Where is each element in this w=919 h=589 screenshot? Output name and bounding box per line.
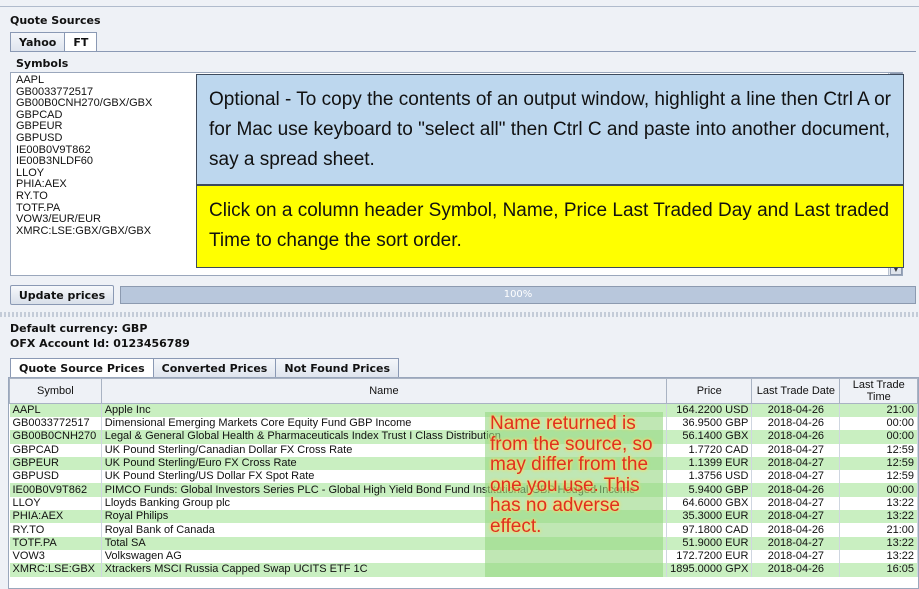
cell-price: 164.2200 USD [666, 403, 753, 417]
copy-tip-callout: Optional - To copy the contents of an ou… [196, 74, 904, 185]
column-header-symbol[interactable]: Symbol [9, 378, 102, 404]
quote-sources-title: Quote Sources [10, 14, 101, 27]
table-row[interactable]: GBPCAD UK Pound Sterling/Canadian Dollar … [9, 443, 918, 457]
cell-last-trade-date: 2018-04-26 [751, 430, 841, 444]
cell-last-trade-date: 2018-04-27 [751, 443, 841, 457]
prices-table: Symbol Name Price Last Trade Date Last T… [9, 378, 918, 577]
cell-price: 172.7200 EUR [666, 549, 753, 564]
cell-symbol: GBPEUR [9, 456, 102, 471]
name-note-callout: Name returned is from the source, so may… [485, 412, 663, 577]
table-row[interactable]: GBPEUR UK Pound Sterling/Euro FX Cross Ra… [9, 456, 918, 471]
tab-ft[interactable]: FT [64, 32, 98, 51]
cell-symbol: AAPL [9, 403, 102, 417]
cell-last-trade-time: 13:22 [839, 496, 918, 511]
cell-symbol: XMRC:LSE:GBX [9, 563, 102, 577]
cell-last-trade-date: 2018-04-26 [751, 417, 841, 431]
cell-price: 51.9000 EUR [666, 536, 753, 550]
cell-last-trade-time: 00:00 [839, 430, 918, 444]
cell-symbol: GBPUSD [9, 470, 102, 484]
table-row[interactable]: XMRC:LSE:GBX Xtrackers MSCI Russia Capped… [9, 563, 918, 577]
cell-symbol: VOW3 [9, 549, 102, 564]
table-row[interactable]: AAPL Apple Inc 164.2200 USD 2018-04-26 21:00 [9, 403, 918, 417]
cell-last-trade-time: 21:00 [839, 403, 918, 417]
cell-last-trade-date: 2018-04-27 [751, 496, 841, 511]
column-header-last-trade-date[interactable]: Last Trade Date [751, 378, 841, 404]
tab-converted-prices[interactable]: Converted Prices [152, 358, 277, 377]
table-row[interactable]: PHIA:AEX Royal Philips 35.3000 EUR 2018-04-… [9, 510, 918, 524]
cell-last-trade-time: 00:00 [839, 483, 918, 497]
default-currency-label: Default currency: GBP [10, 322, 148, 335]
cell-last-trade-time: 13:22 [839, 510, 918, 524]
cell-last-trade-date: 2018-04-27 [751, 456, 841, 471]
cell-price: 5.9400 GBP [666, 483, 753, 497]
cell-symbol: RY.TO [9, 523, 102, 537]
table-row[interactable]: IE00B0V9T862 PIMCO Funds: Global Investor… [9, 483, 918, 497]
cell-symbol: IE00B0V9T862 [9, 483, 102, 497]
table-row[interactable]: LLOY Lloyds Banking Group plc 64.6000 GBX 2… [9, 496, 918, 511]
column-header-name[interactable]: Name [100, 378, 668, 404]
progress-bar: 100% [120, 286, 916, 304]
cell-symbol: PHIA:AEX [9, 510, 102, 524]
prices-table-container: Symbol Name Price Last Trade Date Last T… [8, 377, 919, 589]
result-tabs: Quote Source Prices Converted Prices Not… [10, 358, 399, 377]
cell-last-trade-date: 2018-04-27 [751, 536, 841, 550]
cell-last-trade-time: 12:59 [839, 456, 918, 471]
cell-last-trade-date: 2018-04-26 [751, 403, 841, 417]
cell-last-trade-time: 21:00 [839, 523, 918, 537]
prices-table-body: AAPL Apple Inc 164.2200 USD 2018-04-26 21:00… [9, 403, 918, 577]
cell-price: 64.6000 GBX [666, 496, 753, 511]
tab-not-found-prices[interactable]: Not Found Prices [275, 358, 399, 377]
cell-price: 1.7720 CAD [666, 443, 753, 457]
cell-last-trade-time: 16:05 [839, 563, 918, 577]
cell-last-trade-date: 2018-04-27 [751, 470, 841, 484]
cell-last-trade-date: 2018-04-26 [751, 563, 841, 577]
cell-price: 1895.0000 GPX [666, 563, 753, 577]
table-row[interactable]: GB00B0CNH270 Legal & General Global Healt… [9, 430, 918, 444]
column-header-price[interactable]: Price [666, 378, 753, 404]
split-pane-divider[interactable] [0, 312, 919, 317]
cell-last-trade-time: 00:00 [839, 417, 918, 431]
sort-tip-callout: Click on a column header Symbol, Name, P… [196, 185, 904, 268]
table-row[interactable]: RY.TO Royal Bank of Canada 97.1800 CAD 2018… [9, 523, 918, 537]
cell-last-trade-time: 13:22 [839, 536, 918, 550]
source-tabs: Yahoo FT [10, 32, 98, 51]
tab-underline [10, 51, 916, 52]
table-row[interactable]: VOW3 Volkswagen AG 172.7200 EUR 2018-04-27 1… [9, 549, 918, 564]
table-row[interactable]: GBPUSD UK Pound Sterling/US Dollar FX Spo… [9, 470, 918, 484]
window-top-edge [0, 0, 919, 7]
cell-last-trade-date: 2018-04-26 [751, 523, 841, 537]
cell-price: 1.3756 USD [666, 470, 753, 484]
cell-last-trade-date: 2018-04-26 [751, 483, 841, 497]
table-row[interactable]: GB0033772517 Dimensional Emerging Markets… [9, 417, 918, 431]
tab-quote-source-prices[interactable]: Quote Source Prices [10, 358, 154, 377]
symbols-label: Symbols [16, 57, 69, 70]
update-prices-button[interactable]: Update prices [10, 285, 114, 305]
cell-price: 36.9500 GBP [666, 417, 753, 431]
cell-symbol: TOTF.PA [9, 536, 102, 550]
cell-price: 56.1400 GBX [666, 430, 753, 444]
cell-price: 1.1399 EUR [666, 456, 753, 471]
cell-symbol: GB00B0CNH270 [9, 430, 102, 444]
cell-last-trade-date: 2018-04-27 [751, 510, 841, 524]
cell-symbol: GB0033772517 [9, 417, 102, 431]
cell-last-trade-date: 2018-04-27 [751, 549, 841, 564]
table-row[interactable]: TOTF.PA Total SA 51.9000 EUR 2018-04-27 13:2… [9, 536, 918, 550]
cell-last-trade-time: 12:59 [839, 443, 918, 457]
cell-last-trade-time: 12:59 [839, 470, 918, 484]
cell-price: 97.1800 CAD [666, 523, 753, 537]
cell-symbol: GBPCAD [9, 443, 102, 457]
tab-yahoo[interactable]: Yahoo [10, 32, 66, 51]
ofx-account-label: OFX Account Id: 0123456789 [10, 337, 190, 350]
column-header-last-trade-time[interactable]: Last Trade Time [839, 378, 918, 404]
cell-symbol: LLOY [9, 496, 102, 511]
cell-price: 35.3000 EUR [666, 510, 753, 524]
cell-last-trade-time: 13:22 [839, 549, 918, 564]
